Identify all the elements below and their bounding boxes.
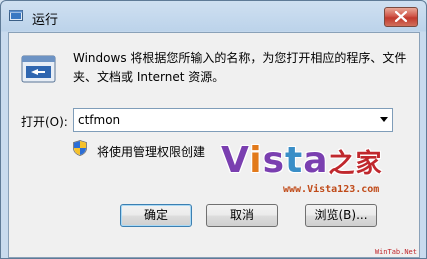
watermark-chinese: 之家 xyxy=(328,149,383,179)
watermark-letter: s xyxy=(262,140,286,181)
dropdown-arrow-icon[interactable] xyxy=(380,117,388,122)
run-dialog: 运行 Windows 将根据您所输入的名称，为您打开相应的程序、文件夹、文档或 … xyxy=(0,0,427,259)
watermark-letter: V xyxy=(221,140,250,181)
close-button[interactable] xyxy=(384,7,418,27)
dialog-description: Windows 将根据您所输入的名称，为您打开相应的程序、文件夹、文档或 Int… xyxy=(73,51,407,84)
open-combobox[interactable] xyxy=(73,108,393,132)
ok-button[interactable]: 确定 xyxy=(120,204,192,227)
corner-watermark: WinTab.Net xyxy=(374,248,417,256)
command-input[interactable] xyxy=(78,111,368,128)
watermark-letter: a xyxy=(303,140,329,181)
watermark-url: www.Vista123.com xyxy=(283,184,380,195)
run-app-icon xyxy=(9,10,23,21)
close-icon xyxy=(395,11,407,22)
browse-button[interactable]: 浏览(B)... xyxy=(305,204,377,227)
open-label: 打开(O): xyxy=(21,115,68,129)
watermark-letter: t xyxy=(285,140,304,181)
cancel-button[interactable]: 取消 xyxy=(206,204,278,227)
title-bar[interactable]: 运行 xyxy=(1,1,426,32)
window-title: 运行 xyxy=(32,13,59,28)
dialog-body: Windows 将根据您所输入的名称，为您打开相应的程序、文件夹、文档或 Int… xyxy=(8,32,420,258)
run-program-icon xyxy=(21,55,56,83)
watermark-logo: Vista之家 xyxy=(221,140,383,181)
uac-shield-icon xyxy=(73,140,87,156)
watermark-letter: i xyxy=(249,140,263,181)
admin-privilege-note: 将使用管理权限创建 xyxy=(97,145,206,159)
